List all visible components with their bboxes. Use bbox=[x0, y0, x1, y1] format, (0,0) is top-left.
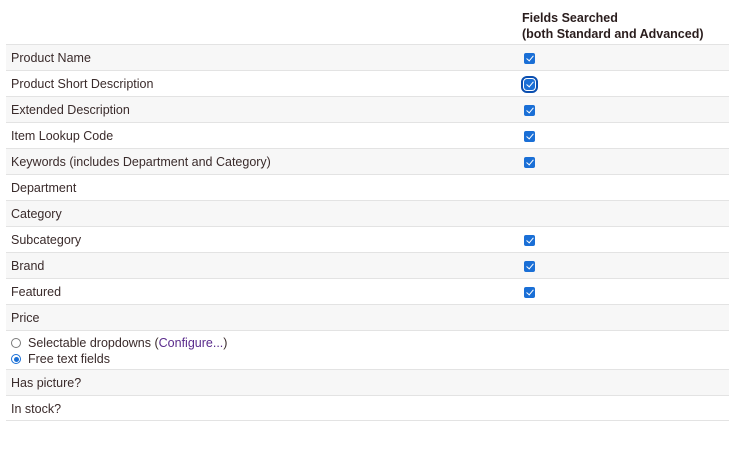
row-label: Brand bbox=[11, 259, 45, 273]
selectable-dropdowns-option[interactable]: Selectable dropdowns (Configure...) bbox=[11, 336, 227, 350]
row-label: Featured bbox=[11, 285, 62, 299]
row-label: Price bbox=[11, 311, 40, 325]
keywords-checkbox[interactable] bbox=[524, 157, 535, 168]
row-label: Department bbox=[11, 181, 77, 195]
row-keywords: Keywords (includes Department and Catego… bbox=[6, 148, 729, 174]
extended-description-checkbox[interactable] bbox=[524, 105, 535, 116]
row-label: In stock? bbox=[11, 402, 62, 416]
row-product-name: Product Name bbox=[6, 44, 729, 70]
configure-link[interactable]: Configure... bbox=[159, 336, 224, 350]
header-title: Fields Searched bbox=[522, 11, 618, 25]
row-price: Price bbox=[6, 304, 729, 330]
free-text-fields-label: Free text fields bbox=[28, 352, 110, 366]
product-short-description-checkbox[interactable] bbox=[521, 76, 538, 93]
row-in-stock: In stock? bbox=[6, 395, 729, 421]
price-options: Selectable dropdowns (Configure...) Free… bbox=[6, 330, 729, 369]
row-label: Category bbox=[11, 207, 62, 221]
header-subtitle: (both Standard and Advanced) bbox=[522, 27, 704, 41]
row-product-short-description: Product Short Description bbox=[6, 70, 729, 96]
featured-checkbox[interactable] bbox=[524, 287, 535, 298]
row-department: Department bbox=[6, 174, 729, 200]
item-lookup-code-checkbox[interactable] bbox=[524, 131, 535, 142]
subcategory-checkbox[interactable] bbox=[524, 235, 535, 246]
row-label: Subcategory bbox=[11, 233, 82, 247]
row-label: Extended Description bbox=[11, 103, 130, 117]
row-label: Product Name bbox=[11, 51, 91, 65]
search-fields-settings: Fields Searched (both Standard and Advan… bbox=[0, 0, 729, 457]
row-label: Item Lookup Code bbox=[11, 129, 114, 143]
row-subcategory: Subcategory bbox=[6, 226, 729, 252]
row-featured: Featured bbox=[6, 278, 729, 304]
selectable-dropdowns-label: Selectable dropdowns ( bbox=[28, 336, 159, 350]
row-item-lookup-code: Item Lookup Code bbox=[6, 122, 729, 148]
free-text-fields-option[interactable]: Free text fields bbox=[11, 352, 110, 366]
row-label: Keywords (includes Department and Catego… bbox=[11, 155, 271, 169]
fields-searched-header: Fields Searched (both Standard and Advan… bbox=[522, 10, 704, 42]
selectable-dropdowns-close: ) bbox=[223, 336, 228, 350]
selectable-dropdowns-radio[interactable] bbox=[11, 338, 21, 348]
row-label: Has picture? bbox=[11, 376, 82, 390]
row-has-picture: Has picture? bbox=[6, 369, 729, 395]
row-extended-description: Extended Description bbox=[6, 96, 729, 122]
free-text-fields-radio[interactable] bbox=[11, 354, 21, 364]
row-brand: Brand bbox=[6, 252, 729, 278]
brand-checkbox[interactable] bbox=[524, 261, 535, 272]
row-label: Product Short Description bbox=[11, 77, 154, 91]
fields-table: Product Name Product Short Description E… bbox=[6, 44, 729, 421]
row-category: Category bbox=[6, 200, 729, 226]
product-name-checkbox[interactable] bbox=[524, 53, 535, 64]
